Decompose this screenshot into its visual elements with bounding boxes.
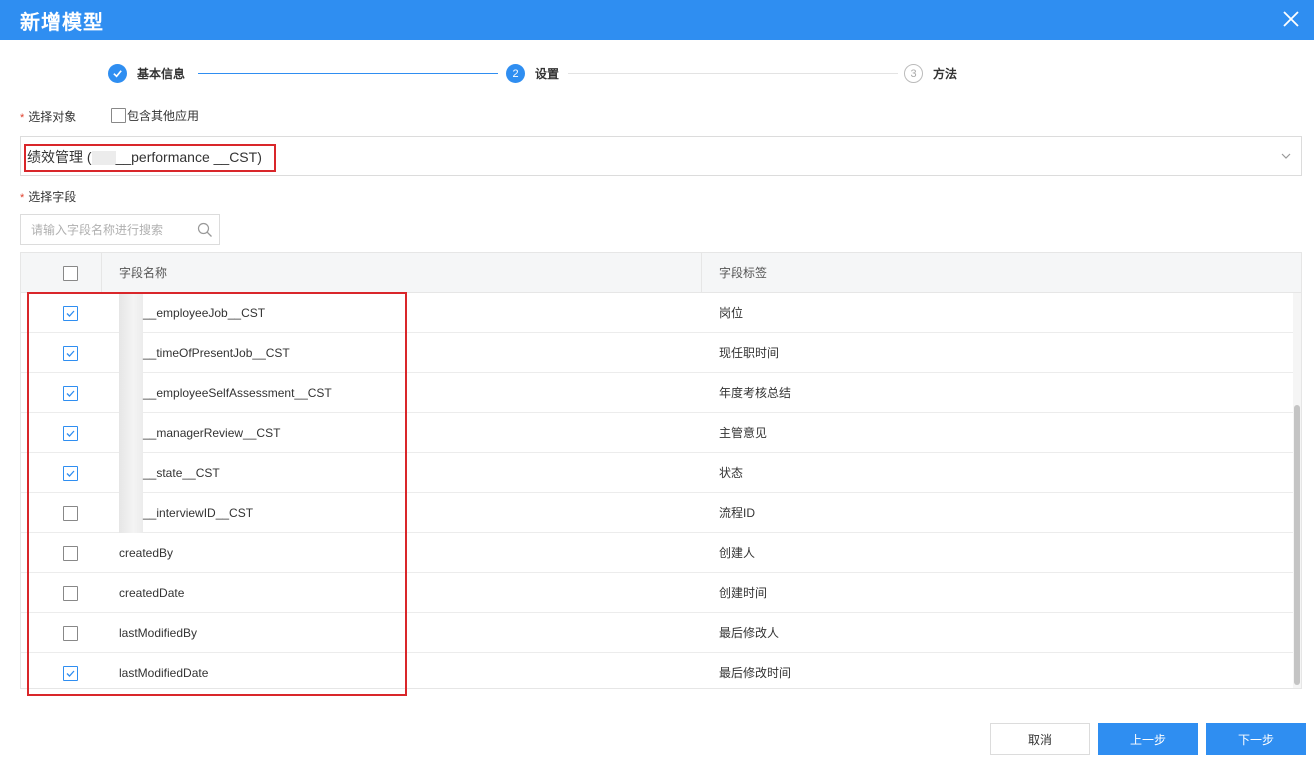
table-row[interactable]: createdBy 创建人 — [21, 533, 1293, 573]
select-all-cell — [63, 266, 78, 281]
row-checkbox[interactable] — [63, 346, 78, 361]
dialog-title: 新增模型 — [20, 12, 104, 34]
field-name: lastModifiedBy — [119, 626, 198, 640]
required-mark: * — [20, 192, 25, 204]
row-checkbox[interactable] — [63, 506, 78, 521]
select-fields-label: * 选择字段 — [20, 190, 77, 204]
table-scrollbar[interactable] — [1293, 293, 1301, 688]
table-body: __employeeJob__CST 岗位 __timeOfPresentJob… — [21, 293, 1293, 688]
table-row[interactable]: createdDate 创建时间 — [21, 573, 1293, 613]
redacted-block — [119, 453, 143, 493]
row-checkbox[interactable] — [63, 466, 78, 481]
step-number: 2 — [506, 64, 525, 83]
redacted-block — [119, 293, 143, 333]
row-checkbox[interactable] — [63, 666, 78, 681]
new-model-dialog: 新增模型 基本信息 2 设置 3 方法 *选择对象 包含其他应用 绩效管理 ( — [0, 0, 1314, 765]
step-basic-info: 基本信息 — [108, 64, 185, 83]
object-select-value: 绩效管理 (__performance __CST) — [27, 149, 262, 166]
column-header-name[interactable]: 字段名称 — [119, 253, 167, 293]
step-indicator: 基本信息 2 设置 3 方法 — [108, 64, 968, 84]
field-search — [20, 214, 220, 245]
field-name: createdBy — [119, 546, 174, 560]
field-label: 岗位 — [719, 306, 744, 320]
table-row[interactable]: __interviewID__CST 流程ID — [21, 493, 1293, 533]
field-label: 最后修改时间 — [719, 666, 792, 680]
step-number: 3 — [904, 64, 923, 83]
redacted-block — [91, 151, 116, 166]
close-icon[interactable] — [1278, 6, 1304, 32]
include-other-apps-checkbox[interactable] — [111, 108, 126, 123]
row-checkbox[interactable] — [63, 426, 78, 441]
check-icon — [108, 64, 127, 83]
row-checkbox[interactable] — [63, 586, 78, 601]
chevron-down-icon — [1281, 153, 1291, 159]
table-row[interactable]: lastModifiedDate 最后修改时间 — [21, 653, 1293, 688]
step-label: 设置 — [535, 67, 560, 81]
field-label: 主管意见 — [719, 426, 768, 440]
column-divider — [101, 253, 102, 293]
table-row[interactable]: __managerReview__CST 主管意见 — [21, 413, 1293, 453]
redacted-block — [119, 333, 143, 373]
required-mark: * — [20, 112, 25, 124]
field-label: 状态 — [719, 466, 744, 480]
table-row[interactable]: __timeOfPresentJob__CST 现任职时间 — [21, 333, 1293, 373]
row-checkbox[interactable] — [63, 626, 78, 641]
field-name: __managerReview__CST — [119, 413, 280, 453]
table-row[interactable]: __employeeJob__CST 岗位 — [21, 293, 1293, 333]
field-name: createdDate — [119, 586, 185, 600]
step-label: 基本信息 — [137, 67, 186, 81]
search-icon[interactable] — [197, 222, 213, 238]
fields-table: 字段名称 字段标签 __employeeJob__CST 岗位 __timeOf… — [20, 252, 1302, 689]
field-name: __timeOfPresentJob__CST — [119, 333, 290, 373]
object-select[interactable]: 绩效管理 (__performance __CST) — [20, 136, 1302, 176]
row-checkbox[interactable] — [63, 386, 78, 401]
table-header: 字段名称 字段标签 — [21, 253, 1301, 293]
step-settings: 2 设置 — [506, 64, 559, 83]
field-label: 最后修改人 — [719, 626, 780, 640]
field-name: __state__CST — [119, 453, 220, 493]
include-other-apps[interactable]: 包含其他应用 — [111, 107, 199, 124]
redacted-block — [119, 413, 143, 453]
field-name: __interviewID__CST — [119, 493, 253, 533]
step-label: 方法 — [933, 67, 958, 81]
cancel-button[interactable]: 取消 — [990, 723, 1090, 755]
table-row[interactable]: __employeeSelfAssessment__CST 年度考核总结 — [21, 373, 1293, 413]
field-label: 现任职时间 — [719, 346, 780, 360]
field-name: lastModifiedDate — [119, 666, 209, 680]
field-label: 流程ID — [719, 506, 756, 520]
table-row[interactable]: __state__CST 状态 — [21, 453, 1293, 493]
dialog-header: 新增模型 — [0, 0, 1314, 40]
field-name: __employeeJob__CST — [119, 293, 265, 333]
select-object-label: * 选择对象 — [20, 110, 77, 124]
redacted-block — [119, 373, 143, 413]
column-header-label[interactable]: 字段标签 — [719, 253, 767, 293]
field-search-input[interactable] — [21, 215, 191, 244]
row-checkbox[interactable] — [63, 306, 78, 321]
include-other-apps-label: 包含其他应用 — [127, 109, 200, 123]
field-name: __employeeSelfAssessment__CST — [119, 373, 332, 413]
row-checkbox[interactable] — [63, 546, 78, 561]
scrollbar-thumb[interactable] — [1294, 405, 1300, 685]
select-all-checkbox[interactable] — [63, 266, 78, 281]
field-label: 年度考核总结 — [719, 386, 792, 400]
step-methods: 3 方法 — [904, 64, 957, 83]
field-label: 创建人 — [719, 546, 756, 560]
step-connector — [568, 73, 898, 74]
next-step-button[interactable]: 下一步 — [1206, 723, 1306, 755]
previous-step-button[interactable]: 上一步 — [1098, 723, 1198, 755]
step-connector — [198, 73, 498, 74]
table-row[interactable]: lastModifiedBy 最后修改人 — [21, 613, 1293, 653]
field-label: 创建时间 — [719, 586, 768, 600]
column-divider — [701, 253, 702, 293]
redacted-block — [119, 493, 143, 533]
